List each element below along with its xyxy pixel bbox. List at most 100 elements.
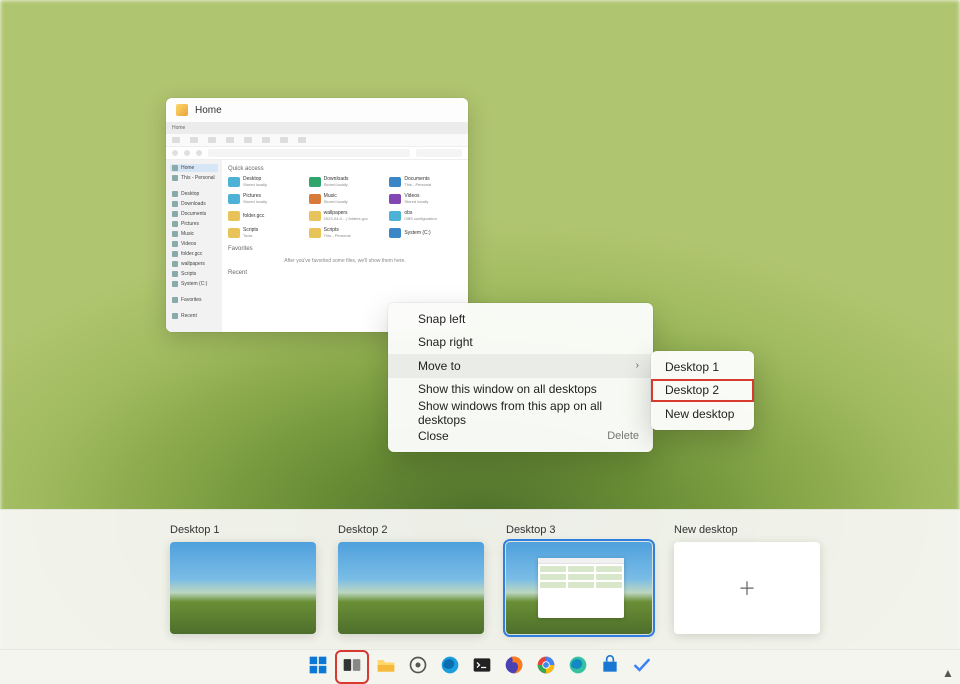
sidebar-item-label: This - Personal: [181, 175, 215, 181]
sidebar-item[interactable]: Videos: [170, 240, 218, 248]
menu-item-show-windows-from-this-app-on-all-desktops[interactable]: Show windows from this app on all deskto…: [388, 401, 653, 425]
sidebar-item[interactable]: Music: [170, 230, 218, 238]
window-tabs[interactable]: Home: [166, 122, 468, 134]
task-view-icon: [342, 655, 362, 680]
folder-icon: [228, 228, 240, 238]
submenu-item-desktop-1[interactable]: Desktop 1: [651, 355, 754, 379]
window-titlebar[interactable]: Home: [166, 98, 468, 122]
submenu-item-desktop-2[interactable]: Desktop 2: [651, 379, 754, 403]
item-subtitle: 2023-04-0... | folders.gcc: [324, 216, 368, 221]
desktop-thumbnail[interactable]: [338, 542, 484, 634]
item-name: System (C:): [404, 230, 430, 236]
virtual-desktop-desktop-2[interactable]: Desktop 2: [338, 524, 484, 634]
folder-icon: [172, 231, 178, 237]
menu-item-move-to[interactable]: Move to›: [388, 354, 653, 378]
item-subtitle: OBS configuration: [404, 216, 436, 221]
taskbar: [0, 649, 960, 684]
folder-icon: [172, 271, 178, 277]
desktop-thumbnail[interactable]: [170, 542, 316, 634]
moveto-submenu: Desktop 1Desktop 2New desktop: [651, 351, 754, 430]
sidebar-item[interactable]: Pictures: [170, 220, 218, 228]
submenu-item-new-desktop[interactable]: New desktop: [651, 402, 754, 426]
quick-access-item[interactable]: PicturesStored locally: [228, 193, 301, 204]
store-icon: [600, 655, 620, 680]
sidebar-item-label: Scripts: [181, 271, 196, 277]
sidebar-item-label: Videos: [181, 241, 196, 247]
sidebar-item[interactable]: Documents: [170, 210, 218, 218]
quick-access-item[interactable]: folder.gcc: [228, 210, 301, 221]
folder-icon: [172, 297, 178, 303]
plus-icon: ＋: [738, 575, 756, 601]
quick-access-item[interactable]: ScriptsThis - Personal: [309, 227, 382, 238]
quick-access-item[interactable]: ScriptsTools: [228, 227, 301, 238]
address-bar[interactable]: [208, 149, 410, 157]
nav-sidebar[interactable]: Home This - Personal Desktop Downloads Docum…: [166, 160, 222, 332]
quick-access-item[interactable]: wallpapers2023-04-0... | folders.gcc: [309, 210, 382, 221]
sidebar-item[interactable]: System (C:): [170, 280, 218, 288]
menu-item-snap-right[interactable]: Snap right: [388, 331, 653, 355]
window-toolbar[interactable]: [166, 134, 468, 146]
quick-access-item[interactable]: obsOBS configuration: [389, 210, 462, 221]
taskbar-task-view-button[interactable]: [338, 653, 366, 681]
sidebar-item[interactable]: wallpapers: [170, 260, 218, 268]
taskbar-settings-button[interactable]: [406, 655, 430, 679]
sidebar-item-label: Music: [181, 231, 194, 237]
taskbar-start-button[interactable]: [306, 655, 330, 679]
window-thumbnail-home[interactable]: Home Home Home This - Personal Desktop Down…: [166, 98, 468, 332]
menu-item-show-this-window-on-all-desktops[interactable]: Show this window on all desktops: [388, 378, 653, 402]
taskbar-chrome-button[interactable]: [534, 655, 558, 679]
tray-overflow-icon[interactable]: ▲: [942, 666, 956, 680]
sidebar-item[interactable]: Desktop: [170, 190, 218, 198]
sidebar-item-label: Favorites: [181, 297, 202, 303]
sidebar-item-label: Documents: [181, 211, 206, 217]
sidebar-item-label: System (C:): [181, 281, 207, 287]
taskbar-firefox-button[interactable]: [502, 655, 526, 679]
folder-icon: [389, 194, 401, 204]
taskbar-file-explorer-button[interactable]: [374, 655, 398, 679]
search-input[interactable]: [416, 149, 462, 157]
folder-icon: [309, 211, 321, 221]
nav-back-icon[interactable]: [172, 150, 178, 156]
folder-icon: [228, 177, 240, 187]
taskbar-todo-button[interactable]: [630, 655, 654, 679]
start-icon: [308, 655, 328, 680]
quick-access-item[interactable]: MusicStored locally: [309, 193, 382, 204]
quick-access-item[interactable]: System (C:): [389, 227, 462, 238]
quick-access-item[interactable]: DesktopStored locally: [228, 176, 301, 187]
virtual-desktop-desktop-3[interactable]: Desktop 3: [506, 524, 652, 634]
menu-item-close[interactable]: CloseDelete: [388, 425, 653, 449]
taskbar-edge-button[interactable]: [438, 655, 462, 679]
desktop-name: Desktop 3: [506, 524, 652, 536]
taskbar-store-button[interactable]: [598, 655, 622, 679]
folder-icon: [309, 228, 321, 238]
quick-access-item[interactable]: VideosStored locally: [389, 193, 462, 204]
folder-icon: [389, 228, 401, 238]
sidebar-item-label: folder.gcc: [181, 251, 202, 257]
terminal-icon: [472, 655, 492, 680]
new-desktop[interactable]: New desktop＋: [674, 524, 820, 634]
taskbar-edge-dev-button[interactable]: [566, 655, 590, 679]
quick-access-item[interactable]: DocumentsThis - Personal: [389, 176, 462, 187]
sidebar-item-label: Recent: [181, 313, 197, 319]
nav-forward-icon[interactable]: [184, 150, 190, 156]
section-quick-access: Quick access: [228, 166, 462, 172]
sidebar-item[interactable]: Downloads: [170, 200, 218, 208]
sidebar-item[interactable]: folder.gcc: [170, 250, 218, 258]
folder-icon: [172, 165, 178, 171]
new-desktop-thumbnail[interactable]: ＋: [674, 542, 820, 634]
virtual-desktop-desktop-1[interactable]: Desktop 1: [170, 524, 316, 634]
nav-up-icon[interactable]: [196, 150, 202, 156]
quick-access-item[interactable]: DownloadsStored locally: [309, 176, 382, 187]
sidebar-item[interactable]: Favorites: [170, 296, 218, 304]
sidebar-item[interactable]: Recent: [170, 312, 218, 320]
tab-home[interactable]: Home: [172, 125, 185, 131]
desktop-thumbnail[interactable]: [506, 542, 652, 634]
firefox-icon: [504, 655, 524, 680]
sidebar-item[interactable]: Home: [170, 164, 218, 172]
folder-icon: [176, 104, 188, 116]
taskbar-terminal-button[interactable]: [470, 655, 494, 679]
folder-icon: [172, 191, 178, 197]
sidebar-item[interactable]: This - Personal: [170, 174, 218, 182]
menu-item-snap-left[interactable]: Snap left: [388, 307, 653, 331]
sidebar-item[interactable]: Scripts: [170, 270, 218, 278]
